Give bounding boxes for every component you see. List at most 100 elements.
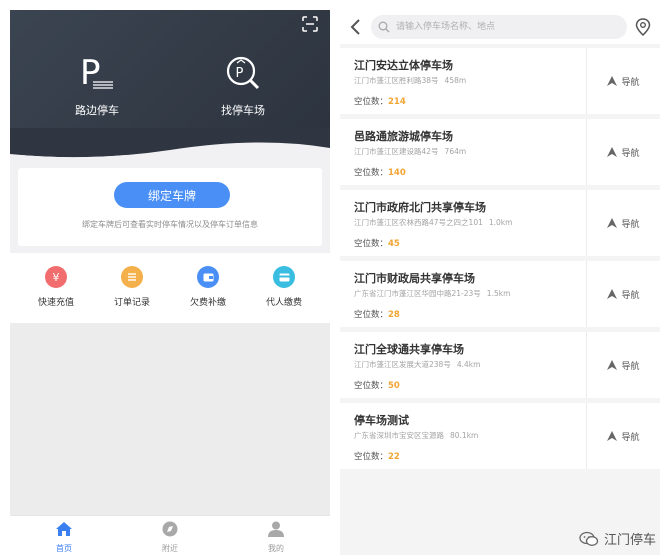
tab-home-label: 首页 [56,544,72,553]
tab-nearby-label: 附近 [162,544,178,553]
search-icon [378,21,390,33]
parking-lot-item[interactable]: 江门市财政局共享停车场 广东省江门市蓬江区华园中路21-23号 1.5km 空位数… [340,261,660,327]
location-pin-icon[interactable] [635,18,651,36]
wallet-icon [197,266,219,288]
spaces-label: 空位数： [354,239,389,249]
lot-distance: 1.5km [486,289,511,298]
watermark: 江门停车 [579,529,656,548]
tab-nearby[interactable]: 附近 [140,521,200,554]
bottom-tab-bar: 首页 附近 我的 [10,515,330,555]
spaces-count: 140 [388,168,406,178]
search-bar [340,10,660,44]
scan-icon[interactable] [302,16,318,32]
svg-text:P: P [80,54,101,92]
navigation-arrow-icon [607,360,618,370]
quick-action-label: 快速充值 [37,298,74,308]
roadside-parking-button[interactable]: P 路边停车 [52,53,142,118]
navigate-button[interactable]: 导航 [586,332,660,398]
navigate-button[interactable]: 导航 [586,403,660,469]
lot-address-text: 广东省江门市蓬江区华园中路21-23号 [354,289,481,298]
user-icon [268,521,284,537]
navigate-label: 导航 [621,290,640,301]
quick-action-recharge[interactable]: ¥ 快速充值 [26,266,86,308]
card-icon [273,266,295,288]
lot-distance: 764m [444,147,467,156]
parking-list-screen: 江门安达立体停车场 江门市蓬江区胜利路38号458m 空位数：214 导航 邑路… [340,10,660,555]
list-icon [121,266,143,288]
back-arrow-icon[interactable] [349,17,363,37]
lot-spaces: 空位数：50 [354,379,400,391]
lot-name: 江门市财政局共享停车场 [354,272,475,285]
home-icon [56,522,72,536]
quick-action-label: 欠费补缴 [189,298,226,308]
lot-address: 广东省江门市蓬江区华园中路21-23号 1.5km [354,288,510,299]
svg-text:P: P [236,66,244,81]
search-input[interactable] [371,15,627,39]
content-area [10,323,330,515]
spaces-count: 45 [388,239,400,249]
parking-lot-item[interactable]: 江门市政府北门共享停车场 江门市蓬江区农林西路47号之四之101 1.0km 空位… [340,190,660,256]
quick-action-label: 代人缴费 [265,298,302,308]
lot-spaces: 空位数：214 [354,95,406,107]
compass-icon [162,521,178,537]
roadside-parking-label: 路边停车 [75,104,119,117]
quick-action-proxy-pay[interactable]: 代人缴费 [254,266,314,308]
hero-wave-divider [10,128,330,162]
parking-lot-item[interactable]: 江门全球通共享停车场 江门市蓬江区发展大道238号 4.4km 空位数：50 导航 [340,332,660,398]
wechat-icon [579,531,599,546]
lot-name: 江门市政府北门共享停车场 [354,201,486,214]
navigate-label: 导航 [621,219,640,230]
parking-lot-item[interactable]: 江门安达立体停车场 江门市蓬江区胜利路38号 458m 空位数：214 导航 [340,48,660,114]
quick-action-arrears[interactable]: 欠费补缴 [178,266,238,308]
spaces-label: 空位数： [354,168,389,178]
lot-distance: 4.4km [456,360,481,369]
lot-distance: 1.0km [488,218,513,227]
spaces-label: 空位数： [354,381,389,391]
find-parking-button[interactable]: P 找停车场 [198,54,288,118]
bind-plate-card: 绑定车牌 绑定车牌后可查看实时停车情况以及停车订单信息 [18,168,322,246]
navigation-arrow-icon [607,431,618,441]
spaces-label: 空位数： [354,97,389,107]
lot-address-text: 江门市蓬江区建设路42号 [354,147,439,156]
tab-mine-label: 我的 [268,544,284,553]
spaces-label: 空位数： [354,452,389,462]
spaces-label: 空位数： [354,310,389,320]
bind-plate-hint: 绑定车牌后可查看实时停车情况以及停车订单信息 [82,220,258,229]
lot-name: 江门全球通共享停车场 [354,343,464,356]
lot-address: 江门市蓬江区胜利路38号 458m [354,75,466,86]
lot-address: 广东省深圳市宝安区宝源路 80.1km [354,430,478,441]
quick-actions: ¥ 快速充值 订单记录 欠费补缴 代人缴费 [10,253,330,323]
parking-search-icon: P [226,56,260,90]
navigate-button[interactable]: 导航 [586,48,660,114]
yen-icon: ¥ [45,266,67,288]
navigate-button[interactable]: 导航 [586,119,660,185]
tab-mine[interactable]: 我的 [246,521,306,554]
parking-lot-item[interactable]: 停车场测试 广东省深圳市宝安区宝源路 80.1km 空位数：22 导航 [340,403,660,469]
lot-address-text: 广东省深圳市宝安区宝源路 [354,431,444,440]
navigate-button[interactable]: 导航 [586,261,660,327]
parking-sign-icon: P [80,53,113,93]
quick-action-orders[interactable]: 订单记录 [102,266,162,308]
lot-spaces: 空位数：45 [354,237,400,249]
tab-home[interactable]: 首页 [34,521,94,554]
navigation-arrow-icon [607,289,618,299]
lot-name: 江门安达立体停车场 [354,59,453,72]
lot-name: 邑路通旅游城停车场 [354,130,453,143]
navigation-arrow-icon [607,76,618,86]
lot-address: 江门市蓬江区发展大道238号 4.4km [354,359,480,370]
lot-spaces: 空位数：28 [354,308,400,320]
bind-plate-button[interactable]: 绑定车牌 [114,182,230,208]
spaces-count: 28 [388,310,400,320]
navigation-arrow-icon [607,147,618,157]
parking-lot-item[interactable]: 邑路通旅游城停车场 江门市蓬江区建设路42号 764m 空位数：140 导航 [340,119,660,185]
find-parking-label: 找停车场 [221,104,265,117]
lot-name: 停车场测试 [354,414,409,427]
watermark-text: 江门停车 [603,533,656,548]
lot-address-text: 江门市蓬江区发展大道238号 [354,360,451,369]
navigate-label: 导航 [621,361,640,372]
spaces-count: 50 [388,381,400,391]
quick-action-label: 订单记录 [113,298,150,308]
navigate-button[interactable]: 导航 [586,190,660,256]
home-screen: P 路边停车 P 找停车场 绑定车牌 绑定车牌后可查看实时停车情况以及停车订单信… [10,10,330,555]
navigate-label: 导航 [621,432,640,443]
